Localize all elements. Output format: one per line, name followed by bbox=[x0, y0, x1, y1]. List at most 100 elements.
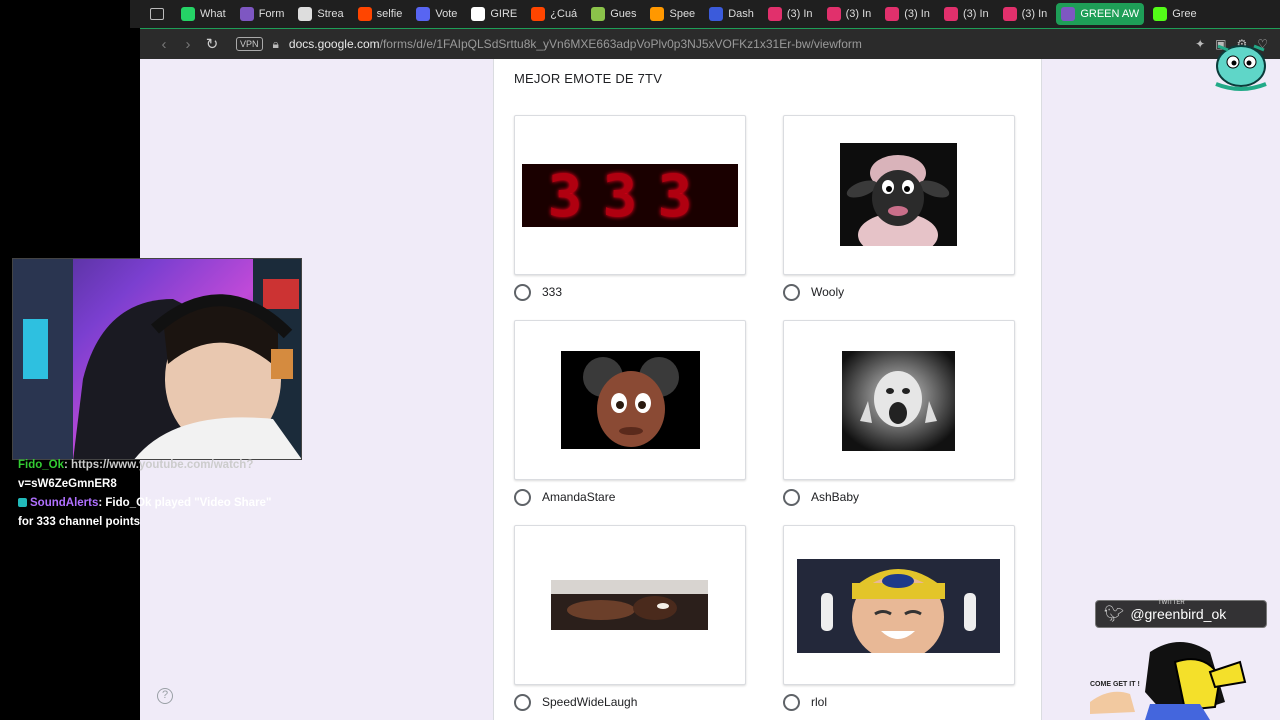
back-icon[interactable]: ‹ bbox=[152, 36, 176, 53]
chat-overlay: Fido_Ok: https://www.youtube.com/watch? … bbox=[18, 456, 308, 532]
bookmark-item[interactable]: GREEN AW bbox=[1056, 3, 1145, 25]
bookmark-label: GREEN AW bbox=[1080, 8, 1140, 20]
option-image-box[interactable] bbox=[783, 320, 1015, 480]
bookmark-label: Gues bbox=[610, 8, 637, 20]
option-radio-row[interactable]: AshBaby bbox=[783, 488, 1015, 506]
bookmark-favicon-icon bbox=[181, 7, 195, 21]
radio-button[interactable] bbox=[514, 693, 531, 711]
duck-mascot bbox=[1090, 632, 1250, 720]
bookmark-favicon-icon bbox=[416, 7, 431, 21]
bookmark-item[interactable]: (3) In bbox=[880, 3, 935, 25]
bookmark-item[interactable]: Dash bbox=[704, 3, 759, 25]
option-radio-row[interactable]: Wooly bbox=[783, 283, 1015, 301]
bookmark-label: ¿Cuá bbox=[550, 8, 578, 20]
bookmark-favicon-icon bbox=[885, 7, 900, 21]
bookmark-item[interactable]: ¿Cuá bbox=[526, 3, 582, 25]
url-field[interactable]: docs.google.com/forms/d/e/1FAIpQLSdSrttu… bbox=[289, 37, 862, 51]
bird-mascot-logo bbox=[1208, 36, 1274, 94]
radio-button[interactable] bbox=[514, 488, 531, 506]
bookmark-item[interactable]: (3) In bbox=[939, 3, 994, 25]
option-radio-row[interactable]: SpeedWideLaugh bbox=[514, 693, 746, 711]
chat-text: : https://www.youtube.com/watch? bbox=[64, 459, 254, 471]
bookmark-item[interactable]: selfie bbox=[353, 3, 408, 25]
bookmark-label: Vote bbox=[435, 8, 458, 20]
bookmark-item[interactable]: (3) In bbox=[998, 3, 1053, 25]
option-rlol[interactable]: rlol bbox=[783, 525, 1015, 711]
bookmark-label: (3) In bbox=[786, 8, 813, 20]
bookmark-favicon-icon bbox=[1061, 7, 1076, 21]
emote-rlol-image bbox=[797, 559, 1000, 653]
option-amandastare[interactable]: AmandaStare bbox=[514, 320, 746, 506]
vpn-badge[interactable]: VPN bbox=[236, 37, 263, 51]
bookmark-favicon-icon bbox=[767, 7, 782, 21]
lock-icon[interactable]: 🔒︎ bbox=[273, 37, 279, 52]
bookmark-item[interactable]: Strea bbox=[293, 3, 348, 25]
option-ashbaby[interactable]: AshBaby bbox=[783, 320, 1015, 506]
chat-message: SoundAlerts: Fido_Ok played "Video Share… bbox=[18, 494, 308, 513]
bookmark-item[interactable]: Gues bbox=[586, 3, 641, 25]
option-label: rlol bbox=[811, 695, 828, 709]
option-image-box[interactable] bbox=[783, 115, 1015, 275]
option-image-box[interactable]: 333 bbox=[514, 115, 746, 275]
bookmark-label: What bbox=[200, 8, 226, 20]
bookmark-favicon-icon bbox=[709, 7, 724, 21]
bookmark-item[interactable]: Spee bbox=[645, 3, 700, 25]
bookmark-label: Strea bbox=[317, 8, 344, 20]
bookmark-label: selfie bbox=[376, 8, 403, 20]
chat-message: Fido_Ok: https://www.youtube.com/watch? bbox=[18, 456, 308, 475]
bookmark-favicon-icon bbox=[531, 7, 546, 21]
tab-search-icon[interactable] bbox=[150, 8, 164, 20]
option-333[interactable]: 333 333 bbox=[514, 115, 746, 301]
bookmark-label: Form bbox=[258, 8, 285, 20]
option-radio-row[interactable]: AmandaStare bbox=[514, 488, 746, 506]
bookmark-favicon-icon bbox=[239, 7, 254, 21]
bookmark-favicon-icon bbox=[826, 7, 841, 21]
bookmark-item[interactable]: GIRE bbox=[466, 3, 522, 25]
bookmark-label: (3) In bbox=[1021, 8, 1048, 20]
twitter-handle-badge: TWITTER 🐦︎ @greenbird_ok bbox=[1095, 600, 1267, 628]
chat-text-continued: for 333 channel points bbox=[18, 516, 141, 528]
chat-username: SoundAlerts bbox=[30, 497, 99, 509]
bookmark-label: Dash bbox=[728, 8, 754, 20]
bookmark-favicon-icon bbox=[1002, 7, 1017, 21]
reload-icon[interactable]: ↻ bbox=[200, 35, 224, 53]
chat-text: : Fido_Ok played "Video Share" bbox=[98, 497, 272, 509]
screen: What Form Strea selfie Vote GIRE ¿Cuá Gues Spee D… bbox=[0, 0, 1280, 720]
option-image-box[interactable] bbox=[514, 320, 746, 480]
option-wooly[interactable]: Wooly bbox=[783, 115, 1015, 301]
bookmark-item[interactable]: (3) In bbox=[763, 3, 818, 25]
bookmark-favicon-icon bbox=[591, 7, 606, 21]
option-speedwidelaugh[interactable]: SpeedWideLaugh bbox=[514, 525, 746, 711]
option-label: AmandaStare bbox=[542, 490, 616, 504]
help-icon[interactable]: ? bbox=[157, 688, 173, 704]
option-label: 333 bbox=[542, 285, 563, 299]
pin-icon[interactable]: ✦ bbox=[1195, 37, 1205, 51]
radio-button[interactable] bbox=[514, 283, 531, 301]
bot-badge-icon bbox=[18, 498, 27, 507]
bookmark-favicon-icon bbox=[357, 7, 372, 21]
question-title: MEJOR EMOTE DE 7TV bbox=[514, 71, 663, 86]
bookmark-item[interactable]: Gree bbox=[1148, 3, 1201, 25]
bookmark-item[interactable]: Form bbox=[235, 3, 290, 25]
bookmark-item[interactable]: Vote bbox=[411, 3, 462, 25]
option-image-box[interactable] bbox=[514, 525, 746, 685]
emote-speedwidelaugh-image bbox=[551, 580, 708, 630]
bookmark-favicon-icon bbox=[1153, 7, 1168, 21]
address-bar: ‹ › ↻ VPN 🔒︎ docs.google.com/forms/d/e/1… bbox=[140, 28, 1280, 59]
option-image-box[interactable] bbox=[783, 525, 1015, 685]
forward-icon[interactable]: › bbox=[176, 36, 200, 53]
chat-text-continued: v=sW6ZeGmnER8 bbox=[18, 478, 117, 490]
radio-button[interactable] bbox=[783, 488, 800, 506]
option-radio-row[interactable]: rlol bbox=[783, 693, 1015, 711]
option-radio-row[interactable]: 333 bbox=[514, 283, 746, 301]
bookmark-label: (3) In bbox=[962, 8, 989, 20]
bookmark-favicon-icon bbox=[471, 7, 486, 21]
bookmark-favicon-icon bbox=[650, 7, 665, 21]
bookmark-item[interactable]: (3) In bbox=[822, 3, 877, 25]
radio-button[interactable] bbox=[783, 693, 800, 711]
question-card: MEJOR EMOTE DE 7TV 333 333 Wooly AmandaS… bbox=[493, 59, 1042, 720]
option-label: AshBaby bbox=[811, 490, 860, 504]
emote-333-image: 333 bbox=[522, 162, 738, 230]
radio-button[interactable] bbox=[783, 283, 800, 301]
bookmark-item[interactable]: What bbox=[176, 3, 231, 25]
